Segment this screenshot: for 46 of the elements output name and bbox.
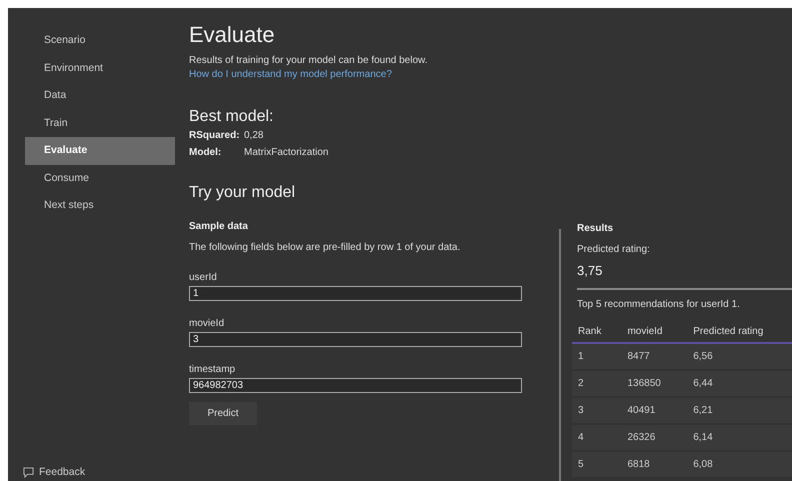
table-cell: 4 [572,424,622,451]
field-label: timestamp [189,363,236,377]
table-cell: 136850 [621,370,688,397]
table-cell: 8477 [621,343,688,370]
feedback-link[interactable]: Feedback [23,465,178,479]
subsection-heading: Sample data [189,220,249,234]
predicted-label: Predicted rating: [577,243,651,257]
page-title: Evaluate [189,22,276,48]
nav-item[interactable]: Consume [25,164,175,192]
feedback-icon [23,466,34,478]
field-label: userId [189,271,218,285]
table-cell: 2 [572,370,622,397]
section-heading: Best model: [189,107,274,127]
nav-item[interactable]: Next steps [25,192,175,220]
metric-value: 0,28 [244,129,264,143]
table-cell: 40491 [621,397,688,424]
results-heading: Results [577,222,614,236]
predicted-value: 3,75 [577,263,604,279]
input-field[interactable]: 964982703 [189,378,522,393]
table-cell: 6,56 [687,343,792,370]
table-cell: 3 [572,397,622,424]
predict-button[interactable]: Predict [189,402,257,425]
nav-item[interactable]: Scenario [25,27,175,54]
recommendations-label: Top 5 recommendations for userId 1. [577,298,741,312]
table-cell: 26326 [621,424,688,451]
metric-value: MatrixFactorization [244,146,328,160]
metric-label: Model: [189,146,222,160]
table-cell: 6,14 [687,424,792,451]
description-text: The following fields below are pre-filled by row 1 of your data. [189,241,462,255]
metric-label: RSquared: [189,129,241,143]
table-cell: 5 [572,451,622,477]
field-label: movieId [189,317,226,331]
nav-item[interactable]: Evaluate [25,137,175,164]
table-cell: 6,21 [687,397,792,424]
nav-item[interactable]: Environment [25,54,175,82]
table-cell: 1 [572,343,622,370]
input-field[interactable]: 3 [189,332,522,347]
input-field[interactable]: 1 [189,286,522,301]
intro-text: Results of training for your model can be found below. [189,54,428,68]
nav-item[interactable]: Data [25,82,175,110]
section-heading: Try your model [189,183,296,203]
table-cell: 6,44 [687,370,792,397]
table-cell: 6,08 [687,451,792,477]
nav-item[interactable]: Train [25,110,175,137]
help-link[interactable]: How do I understand my model performance? [189,68,792,82]
table-cell: 6818 [621,451,688,477]
